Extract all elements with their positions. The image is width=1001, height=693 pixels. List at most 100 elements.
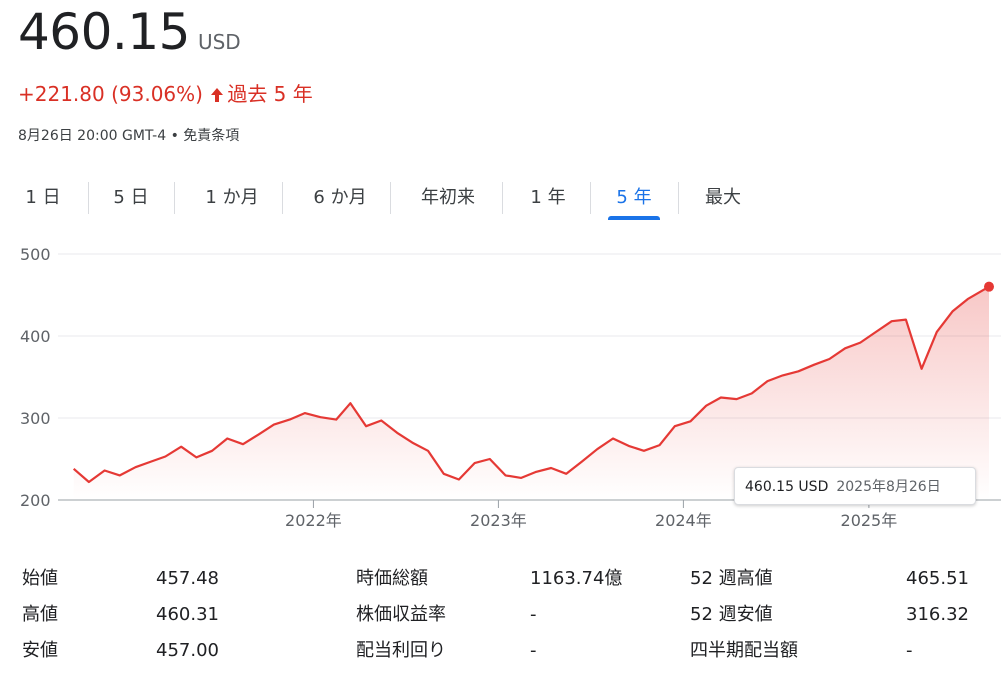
data-point (812, 363, 816, 367)
tab-divider (502, 182, 503, 214)
data-point (426, 449, 430, 453)
chart-tooltip: 460.15 USD 2025年8月26日 (734, 467, 976, 505)
data-point (194, 455, 198, 459)
data-point (843, 346, 847, 350)
data-point (504, 473, 508, 477)
tab-5d[interactable]: 5 日 (100, 178, 162, 218)
y-tick-label: 300 (20, 409, 51, 428)
data-point (719, 396, 723, 400)
data-point (257, 432, 261, 436)
data-point (688, 419, 692, 423)
data-point (473, 461, 477, 465)
current-point (984, 281, 994, 292)
price-change: +221.80 (93.06%) 過去 5 年 (18, 78, 313, 108)
stats-row: 始値 457.48 時価総額 1163.74億 52 週高値 465.51 (0, 561, 1001, 597)
data-point (241, 442, 245, 446)
data-point (627, 444, 631, 448)
data-point (750, 391, 754, 395)
data-point (225, 437, 229, 441)
price-header: 460.15 USD (18, 2, 241, 62)
data-point (564, 472, 568, 476)
data-point (580, 459, 584, 463)
stat-value: 1163.74億 (530, 568, 623, 589)
tab-divider (282, 182, 283, 214)
stat-value: 460.31 (156, 604, 219, 625)
stat-label: 高値 (22, 604, 58, 625)
disclaimer-link[interactable]: 免責条項 (183, 128, 239, 144)
data-point (549, 466, 553, 470)
tooltip-date: 2025年8月26日 (836, 479, 941, 495)
x-tick-label: 2022年 (285, 511, 342, 530)
data-point (642, 449, 646, 453)
tab-1y[interactable]: 1 年 (514, 178, 582, 218)
data-point (348, 401, 352, 405)
data-point (442, 472, 446, 476)
data-point (272, 423, 276, 427)
stats-row: 安値 457.00 配当利回り - 四半期配当額 - (0, 633, 1001, 669)
data-point (288, 418, 292, 422)
stat-label: 安値 (22, 640, 58, 661)
data-point (827, 357, 831, 361)
y-tick-label: 400 (20, 327, 51, 346)
data-point (379, 418, 383, 422)
data-point (595, 447, 599, 451)
stat-value: - (530, 604, 537, 625)
stat-value: 457.00 (156, 640, 219, 661)
tab-divider (678, 182, 679, 214)
data-point (874, 330, 878, 334)
data-point (858, 341, 862, 345)
quote-timestamp: 8月26日 20:00 GMT-4 (18, 128, 167, 144)
data-point (179, 445, 183, 449)
data-point (890, 319, 894, 323)
x-tick-label: 2024年 (655, 511, 712, 530)
data-point (951, 309, 955, 313)
data-point (735, 397, 739, 401)
stat-value: - (530, 640, 537, 661)
stat-label: 配当利回り (356, 640, 446, 661)
data-point (134, 465, 138, 469)
currency-label: USD (197, 30, 241, 54)
stat-label: 四半期配当額 (690, 640, 798, 661)
tab-divider (88, 182, 89, 214)
data-point (935, 330, 939, 334)
data-point (519, 476, 523, 480)
tab-1d[interactable]: 1 日 (12, 178, 74, 218)
data-point (334, 418, 338, 422)
x-tick-label: 2023年 (470, 511, 527, 530)
stat-label: 株価収益率 (356, 604, 446, 625)
data-point (920, 367, 924, 371)
data-point (533, 470, 537, 474)
tab-max[interactable]: 最大 (692, 178, 754, 218)
data-point (118, 473, 122, 477)
tab-divider (174, 182, 175, 214)
stat-value: - (906, 640, 913, 661)
tab-ytd[interactable]: 年初来 (402, 178, 494, 218)
tab-divider (590, 182, 591, 214)
data-point (210, 449, 214, 453)
meta-separator: • (170, 128, 179, 144)
data-point (72, 467, 76, 471)
stat-value: 457.48 (156, 568, 219, 589)
data-point (658, 443, 662, 447)
change-period: 過去 5 年 (227, 82, 313, 106)
tab-1m[interactable]: 1 か月 (186, 178, 278, 218)
stat-value: 316.32 (906, 604, 969, 625)
tab-6m[interactable]: 6 か月 (294, 178, 386, 218)
data-point (364, 424, 368, 428)
data-point (103, 468, 107, 472)
arrow-up-icon (209, 84, 227, 108)
data-point (904, 318, 908, 322)
data-point (796, 369, 800, 373)
y-tick-label: 200 (20, 491, 51, 510)
data-point (673, 424, 677, 428)
stat-label: 時価総額 (356, 568, 428, 589)
quote-meta: 8月26日 20:00 GMT-4 • 免責条項 (18, 125, 239, 145)
stat-value: 465.51 (906, 568, 969, 589)
data-point (395, 431, 399, 435)
tab-5y[interactable]: 5 年 (608, 178, 660, 220)
data-point (163, 455, 167, 459)
stat-label: 52 週高値 (690, 568, 773, 589)
data-point (611, 437, 615, 441)
data-point (149, 459, 153, 463)
tab-divider (390, 182, 391, 214)
